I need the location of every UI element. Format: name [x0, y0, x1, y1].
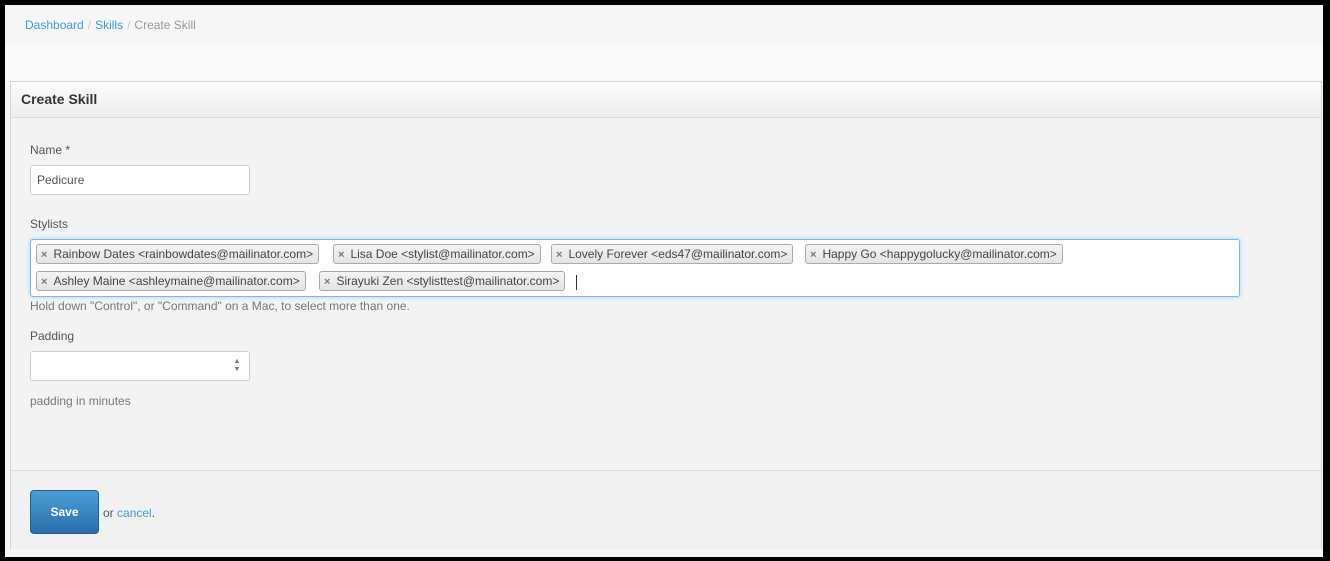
- stylist-token: × Ashley Maine <ashleymaine@mailinator.co…: [36, 271, 306, 291]
- stylists-multiselect[interactable]: × Rainbow Dates <rainbowdates@mailinator.…: [30, 239, 1240, 297]
- stylist-token-label: Lisa Doe <stylist@mailinator.com>: [350, 247, 535, 261]
- stylists-label: Stylists: [30, 217, 69, 231]
- or-cancel-text: or cancel.: [103, 506, 155, 520]
- stylists-help-text: Hold down "Control", or "Command" on a M…: [30, 299, 410, 313]
- breadcrumb-skills-link[interactable]: Skills: [95, 18, 123, 32]
- remove-token-icon[interactable]: ×: [556, 246, 562, 264]
- stylist-token: × Rainbow Dates <rainbowdates@mailinator.…: [36, 244, 320, 264]
- stylist-token-label: Sirayuki Zen <stylisttest@mailinator.com…: [336, 274, 560, 288]
- remove-token-icon[interactable]: ×: [338, 246, 344, 264]
- cancel-link[interactable]: cancel: [117, 506, 152, 520]
- remove-token-icon[interactable]: ×: [324, 273, 330, 291]
- or-label: or: [103, 506, 114, 520]
- stylist-token-label: Happy Go <happygolucky@mailinator.com>: [822, 247, 1057, 261]
- breadcrumb-dashboard-link[interactable]: Dashboard: [25, 18, 84, 32]
- create-skill-panel: Create Skill Name * Stylists × Rainbow Da…: [10, 81, 1322, 549]
- remove-token-icon[interactable]: ×: [41, 246, 47, 264]
- period: .: [151, 506, 156, 520]
- remove-token-icon[interactable]: ×: [810, 246, 816, 264]
- name-label: Name *: [30, 143, 71, 157]
- spinner-arrows-icon[interactable]: ▲ ▼: [233, 358, 241, 374]
- stylist-token-label: Rainbow Dates <rainbowdates@mailinator.c…: [53, 247, 314, 261]
- padding-input[interactable]: ▲ ▼: [30, 351, 250, 381]
- form-actions: Save or cancel.: [11, 470, 1321, 549]
- name-input[interactable]: [30, 165, 250, 195]
- breadcrumb-separator: /: [127, 18, 131, 32]
- panel-title: Create Skill: [21, 91, 98, 107]
- stylist-token: × Lovely Forever <eds47@mailinator.com>: [551, 244, 794, 264]
- text-caret: [576, 275, 577, 290]
- breadcrumb-current: Create Skill: [134, 18, 196, 32]
- header-spacer: [5, 45, 1323, 81]
- save-button[interactable]: Save: [30, 490, 99, 534]
- padding-help-text: padding in minutes: [30, 394, 131, 408]
- padding-label: Padding: [30, 329, 75, 343]
- breadcrumb: Dashboard / Skills / Create Skill: [25, 18, 196, 32]
- breadcrumb-separator: /: [87, 18, 92, 32]
- stylist-token: × Lisa Doe <stylist@mailinator.com>: [333, 244, 541, 264]
- page-frame: Dashboard / Skills / Create Skill Create Ski…: [5, 5, 1323, 557]
- stylist-token: × Happy Go <happygolucky@mailinator.com>: [805, 244, 1063, 264]
- stylist-token: × Sirayuki Zen <stylisttest@mailinator.co…: [319, 271, 566, 291]
- remove-token-icon[interactable]: ×: [41, 273, 47, 291]
- stylist-token-label: Ashley Maine <ashleymaine@mailinator.com…: [53, 274, 300, 288]
- stylist-token-label: Lovely Forever <eds47@mailinator.com>: [568, 247, 788, 261]
- panel-header: Create Skill: [11, 82, 1321, 118]
